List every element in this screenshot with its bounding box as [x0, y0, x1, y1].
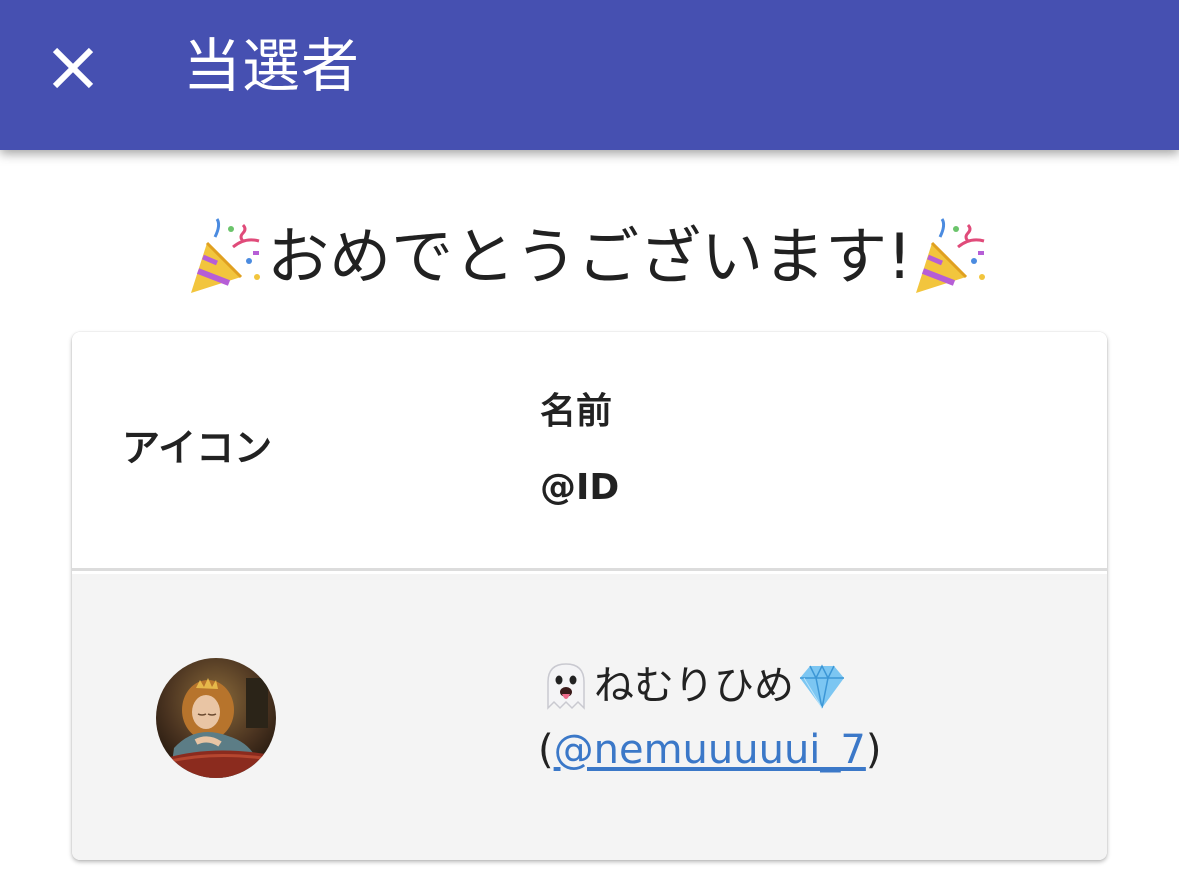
- app-bar: 当選者: [0, 0, 1179, 150]
- party-popper-icon: [191, 218, 261, 293]
- winner-name: ねむりひめ: [538, 656, 850, 716]
- party-popper-icon: [915, 218, 985, 293]
- sleeping-princess-avatar: [156, 658, 276, 778]
- table-row: ねむりひめ (@nemuuuuui_7): [72, 574, 1107, 860]
- close-icon: [52, 47, 94, 89]
- avatar[interactable]: [156, 658, 276, 778]
- column-header-id: @ID: [540, 467, 620, 508]
- congrats-heading: おめでとうございます!: [0, 212, 1179, 302]
- close-button[interactable]: [40, 35, 106, 101]
- winners-table: アイコン 名前 @ID ねむりひめ (@nemuuuuui_7): [72, 332, 1107, 860]
- paren-open: (: [538, 727, 554, 773]
- winner-id-link[interactable]: @nemuuuuui_7: [554, 727, 866, 773]
- winner-id: (@nemuuuuui_7): [538, 722, 881, 778]
- column-header-icon: アイコン: [122, 426, 273, 470]
- gem-icon: [800, 664, 844, 709]
- paren-close: ): [865, 727, 882, 773]
- ghost-icon: [547, 663, 585, 710]
- winner-name-text: ねむりひめ: [594, 663, 794, 709]
- column-header-name: 名前: [540, 391, 613, 432]
- app-title: 当選者: [183, 32, 361, 100]
- table-header-row: アイコン 名前 @ID: [72, 332, 1107, 571]
- congrats-text: おめでとうございます!: [267, 220, 912, 293]
